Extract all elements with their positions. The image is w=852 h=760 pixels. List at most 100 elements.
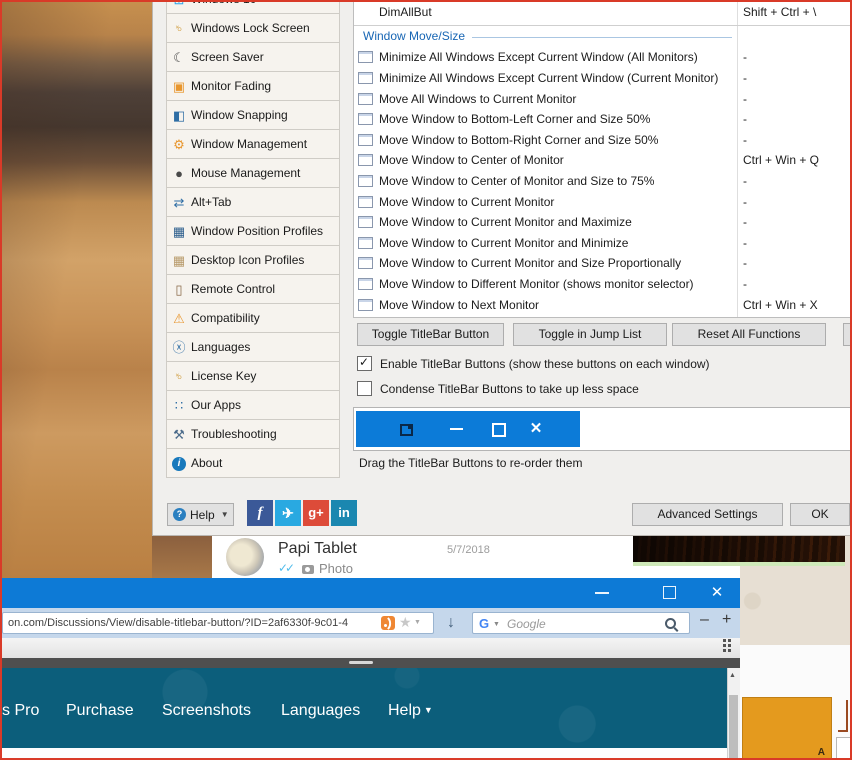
section-header-line <box>472 37 732 38</box>
close-icon[interactable]: ✕ <box>526 411 546 447</box>
function-row[interactable]: Move Window to Different Monitor (shows … <box>354 274 737 295</box>
grid-handle-icon[interactable] <box>723 644 726 647</box>
reset-all-functions-button[interactable]: Reset All Functions <box>672 323 826 346</box>
sidebar-item-desktop-icon-profiles[interactable]: ▦Desktop Icon Profiles <box>167 246 339 275</box>
google-logo-icon: G <box>479 616 489 631</box>
linkedin-icon[interactable]: in <box>331 500 357 526</box>
nav-link-purchase[interactable]: Purchase <box>66 702 134 720</box>
url-input[interactable]: on.com/Discussions/View/disable-titlebar… <box>2 612 434 634</box>
function-row[interactable]: Move Window to Center of Monitor and Siz… <box>354 171 737 192</box>
function-row[interactable]: Move Window to Next Monitor <box>354 294 737 315</box>
screen: Papi Tablet 5/7/2018 ✓✓ Photo A ⊞Windows… <box>0 0 852 760</box>
function-row[interactable]: Move Window to Bottom-Right Corner and S… <box>354 129 737 150</box>
facebook-icon[interactable]: f <box>247 500 273 526</box>
sidebar-item-remote-control[interactable]: ▯Remote Control <box>167 275 339 304</box>
desktop-wallpaper <box>0 0 152 578</box>
languages-icon: ⓧ <box>167 341 191 354</box>
row-separator <box>354 25 852 26</box>
close-icon[interactable]: ✕ <box>704 578 730 608</box>
toggle-titlebar-button[interactable]: Toggle TitleBar Button <box>357 323 504 346</box>
settings-dialog: ⊞Windows 10 ♀Windows Lock Screen ☾Screen… <box>152 0 852 536</box>
displayfusion-titlebar-icon[interactable] <box>400 424 413 436</box>
nav-link-languages[interactable]: Languages <box>281 702 360 720</box>
sidebar-item-monitor-fading[interactable]: ▣Monitor Fading <box>167 72 339 101</box>
twitter-icon[interactable]: ✈ <box>275 500 301 526</box>
scroll-up-icon[interactable]: ▲ <box>729 672 736 679</box>
window-icon <box>358 175 373 187</box>
advanced-settings-button[interactable]: Advanced Settings <box>632 503 783 526</box>
browser-titlebar[interactable]: ✕ <box>0 578 740 608</box>
function-row[interactable]: Move Window to Center of Monitor <box>354 150 737 171</box>
bookmark-star-icon[interactable]: ★ <box>399 614 412 631</box>
function-row[interactable]: Move Window to Current Monitor <box>354 191 737 212</box>
function-row[interactable]: Minimize All Windows Except Current Wind… <box>354 68 737 89</box>
nav-link-help[interactable]: Help▼ <box>388 702 433 720</box>
function-row[interactable]: Move Window to Bottom-Left Corner and Si… <box>354 109 737 130</box>
condense-titlebar-checkbox[interactable] <box>357 381 372 396</box>
partial-button[interactable] <box>843 323 852 346</box>
hotkey-column-divider <box>737 0 738 317</box>
sidebar-item-windows-lock-screen[interactable]: ♀Windows Lock Screen <box>167 14 339 43</box>
avatar <box>226 538 264 576</box>
search-input[interactable]: G ▼ Google <box>472 612 690 634</box>
minimize-icon[interactable] <box>595 592 609 594</box>
sidebar-item-screen-saver[interactable]: ☾Screen Saver <box>167 43 339 72</box>
scrollbar-thumb[interactable] <box>729 695 738 760</box>
enable-titlebar-option[interactable]: Enable TitleBar Buttons (show these butt… <box>357 356 710 371</box>
chevron-down-icon[interactable]: ▼ <box>493 621 500 628</box>
window-icon <box>358 93 373 105</box>
ok-button[interactable]: OK <box>790 503 850 526</box>
window-icon <box>358 154 373 166</box>
sidebar-item-about[interactable]: iAbout <box>167 449 339 477</box>
sidebar-item-troubleshooting[interactable]: ⚒Troubleshooting <box>167 420 339 449</box>
troubleshooting-icon: ⚒ <box>167 428 191 441</box>
maximize-icon[interactable] <box>663 586 676 599</box>
enable-titlebar-checkbox[interactable] <box>357 356 372 371</box>
function-row[interactable]: Move Window to Current Monitor and Maxim… <box>354 212 737 233</box>
sidebar-item-window-management[interactable]: ⚙Window Management <box>167 130 339 159</box>
window-snapping-icon: ◧ <box>167 109 191 122</box>
sidebar-item-window-position-profiles[interactable]: ▦Window Position Profiles <box>167 217 339 246</box>
titlebar-preview-panel: ✕ <box>353 407 852 451</box>
sidebar-item-mouse-management[interactable]: ●Mouse Management <box>167 159 339 188</box>
toggle-jump-list-button[interactable]: Toggle in Jump List <box>513 323 667 346</box>
sidebar-item-compatibility[interactable]: ⚠Compatibility <box>167 304 339 333</box>
help-button[interactable]: ? Help ▼ <box>167 503 234 526</box>
zoom-in-icon[interactable]: + <box>722 611 731 629</box>
chat-photo-thumbnail[interactable] <box>633 535 845 562</box>
nav-link-screenshots[interactable]: Screenshots <box>162 702 251 720</box>
sidebar-item-window-snapping[interactable]: ◧Window Snapping <box>167 101 339 130</box>
rss-icon[interactable] <box>381 616 395 630</box>
download-icon[interactable]: ↓ <box>440 612 462 634</box>
remote-control-icon: ▯ <box>167 283 191 296</box>
sidebar-item-windows-10[interactable]: ⊞Windows 10 <box>167 0 339 14</box>
compatibility-icon: ⚠ <box>167 312 191 325</box>
function-row[interactable]: Move All Windows to Current Monitor <box>354 88 737 109</box>
condense-titlebar-option[interactable]: Condense TitleBar Buttons to take up les… <box>357 381 639 396</box>
chat-date: 5/7/2018 <box>447 544 490 556</box>
function-row[interactable]: Move Window to Current Monitor and Size … <box>354 253 737 274</box>
page-body <box>0 748 740 760</box>
maximize-icon[interactable] <box>492 423 506 437</box>
functions-list[interactable]: DimAllBut Shift + Ctrl + \ Window Move/S… <box>353 0 852 318</box>
sidebar-item-alt-tab[interactable]: ⇄Alt+Tab <box>167 188 339 217</box>
chevron-down-icon[interactable]: ▼ <box>414 619 421 626</box>
window-management-icon: ⚙ <box>167 138 191 151</box>
function-row[interactable]: Minimize All Windows Except Current Wind… <box>354 47 737 68</box>
titlebar-preview[interactable]: ✕ <box>356 411 580 447</box>
nav-link-pro[interactable]: s Pro <box>2 702 39 720</box>
about-icon: i <box>167 455 191 471</box>
function-row-dimallbut[interactable]: DimAllBut Shift + Ctrl + \ <box>354 2 852 23</box>
drag-handle[interactable] <box>349 661 373 664</box>
sidebar-item-languages[interactable]: ⓧLanguages <box>167 333 339 362</box>
sidebar-item-our-apps[interactable]: ∷Our Apps <box>167 391 339 420</box>
zoom-out-icon[interactable]: – <box>700 611 709 629</box>
sidebar-item-license-key[interactable]: ♀License Key <box>167 362 339 391</box>
function-row[interactable]: Move Window to Current Monitor and Minim… <box>354 232 737 253</box>
chat-last-message: Photo <box>319 561 353 576</box>
mouse-management-icon: ● <box>167 167 191 180</box>
google-plus-icon[interactable]: g+ <box>303 500 329 526</box>
search-icon[interactable] <box>665 618 676 629</box>
minimize-icon[interactable] <box>450 428 463 430</box>
window-icon <box>358 257 373 269</box>
